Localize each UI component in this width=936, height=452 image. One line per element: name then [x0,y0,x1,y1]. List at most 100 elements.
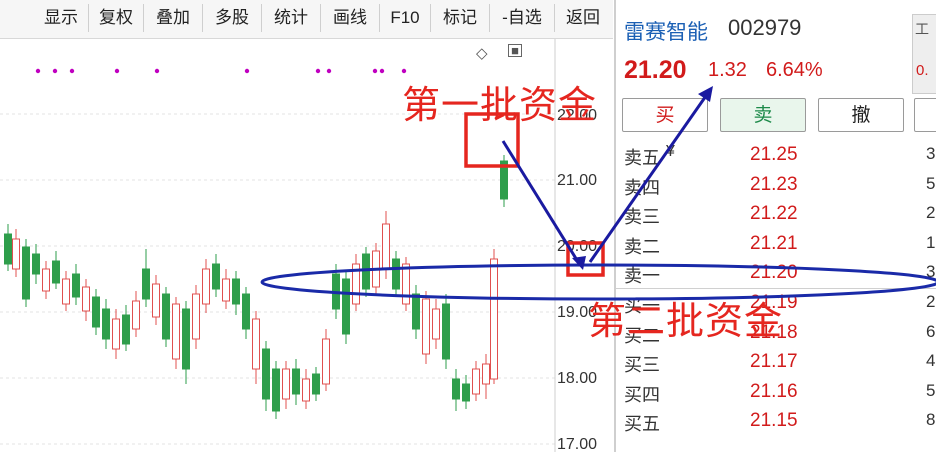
order-book-row-ask4: 卖四 21.23 5 [616,170,936,200]
candle-body [122,314,130,345]
candle-body [22,246,30,300]
order-price: 21.20 [750,262,798,284]
order-price: 21.25 [750,144,798,165]
candle-body [302,378,310,402]
order-volume: 2 [926,291,936,311]
panel-toggle-icon[interactable]: ■ [508,44,522,57]
toolbar-watchlist-button[interactable]: -自选 [490,4,555,32]
order-volume: 6 [926,321,936,341]
order-volume: 4 [926,351,936,371]
signal-dot [326,68,332,74]
order-price: 21.17 [750,351,798,373]
candle-body [312,373,320,395]
candle-body [142,268,150,300]
order-volume: 3 [926,144,936,163]
signal-dot [154,68,160,74]
candle-body [42,268,50,292]
order-label: 卖四 [624,177,660,198]
signal-dot [315,68,321,74]
order-book-row-bid3: 买三 21.17 4 [616,347,936,377]
second-batch-annotation: 第二批资金 [588,301,784,343]
more-button[interactable] [914,98,936,132]
order-label: 卖二 [624,236,660,257]
candle-body [472,368,480,395]
candle-body [172,303,180,360]
order-volume: 3 [926,262,936,282]
candle-body [332,273,340,310]
order-price: 21.23 [750,173,798,195]
candle-body [452,378,460,400]
candle-body [12,238,20,270]
y-tick-label: 17.00 [557,436,598,452]
order-label: 买五 [624,414,660,435]
candle-body [102,308,110,340]
candle-body [152,283,160,318]
candle-body [52,260,60,284]
signal-dot [401,68,407,74]
order-book-row-ask2: 卖二 21.21 1 [616,229,936,259]
candle-body [352,263,360,305]
candle-body [222,278,230,302]
signal-dot [35,68,41,74]
buy-button[interactable]: 买 [622,98,708,132]
candle-body [482,363,490,385]
candle-body [462,383,470,402]
sell-button[interactable]: 卖 [720,98,806,132]
candle-body [500,160,508,200]
side-tab-value: 0. [916,62,929,79]
order-price: 21.16 [750,380,798,402]
signal-dot [114,68,120,74]
order-volume: 5 [926,173,936,193]
stock-code: 002979 [728,15,802,40]
toolbar-stats-button[interactable]: 统计 [262,4,321,32]
candle-body [422,298,430,355]
candle-body [292,368,300,395]
candle-body [490,258,498,380]
toolbar-back-button[interactable]: 返回 [555,4,611,32]
candle-body [112,318,120,350]
currency-icon: ¥ [666,143,675,160]
last-price: 21.20 [624,56,687,84]
diamond-icon[interactable]: ◇ [476,44,488,62]
stock-name[interactable]: 雷赛智能 [624,16,708,46]
toolbar-overlay-button[interactable]: 叠加 [144,4,203,32]
toolbar-adjust-button[interactable]: 复权 [89,4,144,32]
y-tick-label: 18.00 [557,370,598,387]
order-book-row-ask1: 卖一 21.20 3 [616,258,936,288]
candle-body [272,368,280,412]
candle-body [32,253,40,275]
trading-screen: 显示 复权 叠加 多股 统计 画线 F10 标记 -自选 返回 ◇ ■ 22.0… [0,0,936,452]
signal-dot [379,68,385,74]
candle-body [202,268,210,305]
order-book-row-bid5: 买五 21.15 8 [616,406,936,436]
order-price: 21.15 [750,410,798,432]
side-tab[interactable]: 工 [912,14,936,94]
candle-body [92,296,100,328]
order-volume: 8 [926,410,936,430]
toolbar-draw-line-button[interactable]: 画线 [321,4,380,32]
candle-body [212,263,220,290]
order-book: 卖五 ¥ 21.25 3 卖四 21.23 5 卖三 21.22 2 卖二 21.… [616,140,936,436]
signal-dot [69,68,75,74]
candle-body [342,278,350,335]
toolbar-multi-stock-button[interactable]: 多股 [203,4,262,32]
candle-body [82,286,90,312]
toolbar-mark-button[interactable]: 标记 [431,4,490,32]
price-change: 1.32 [708,59,747,81]
cancel-order-button[interactable]: 撤 [818,98,904,132]
candle-body [412,293,420,330]
candle-body [252,318,260,370]
candle-body [282,368,290,400]
candle-body [192,293,200,340]
first-batch-annotation: 第一批资金 [402,85,598,127]
signal-dot [372,68,378,74]
toolbar-f10-button[interactable]: F10 [380,4,431,32]
candle-body [132,300,140,330]
signal-dot [244,68,250,74]
toolbar-display-button[interactable]: 显示 [34,4,89,32]
order-label: 卖五 [624,148,660,168]
order-label: 卖三 [624,207,660,228]
order-label: 买四 [624,384,660,405]
order-label: 买三 [624,355,660,376]
candle-body [432,308,440,340]
